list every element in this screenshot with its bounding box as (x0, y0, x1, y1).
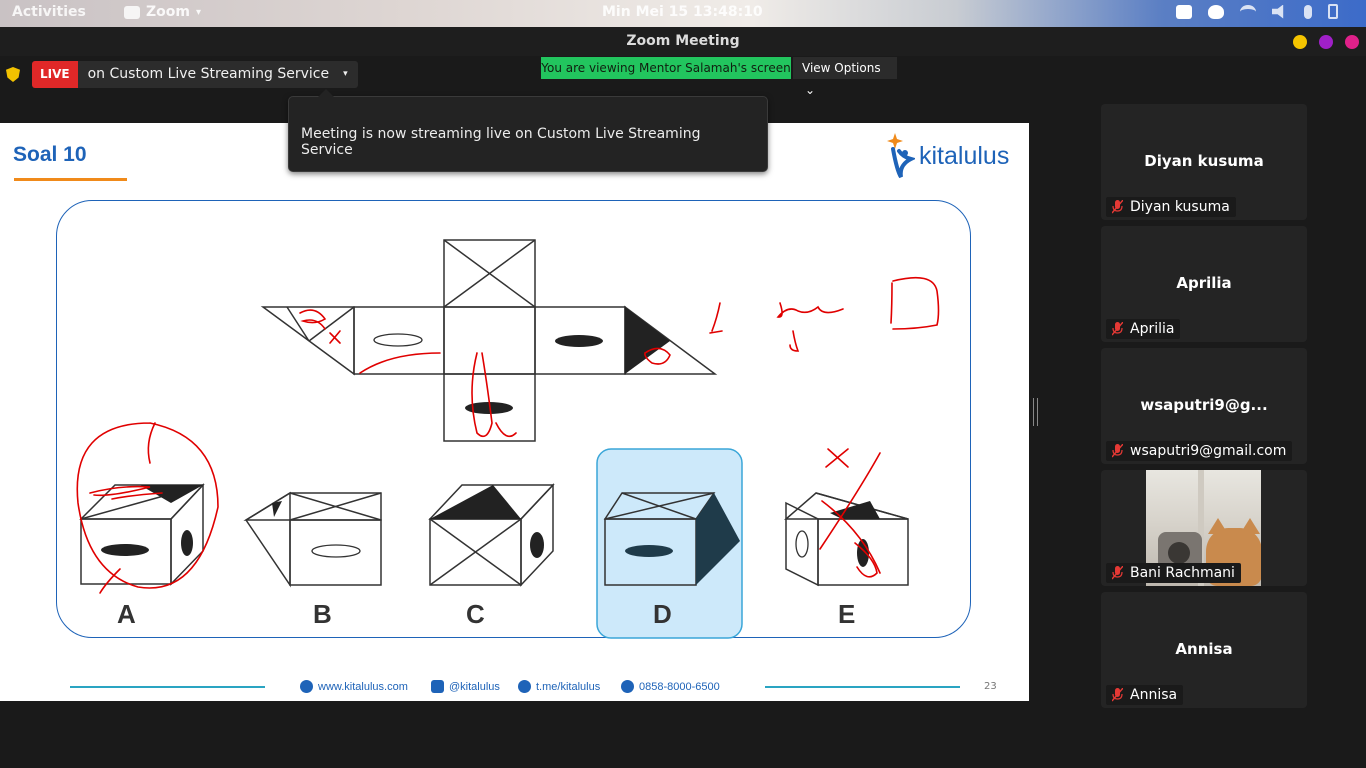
option-label-d: D (653, 599, 672, 629)
participant-tile[interactable]: wsaputri9@g... wsaputri9@gmail.com (1101, 348, 1307, 464)
participant-label: Diyan kusuma (1106, 197, 1236, 217)
option-label-e: E (838, 599, 856, 629)
shared-screen: Soal 10 kitalulus A B C D E www.kitalulu… (0, 123, 1029, 701)
option-b-cube[interactable] (243, 491, 382, 588)
discord-icon[interactable] (1208, 4, 1224, 19)
telegram-icon (518, 680, 531, 693)
system-tray[interactable] (1176, 4, 1338, 19)
participant-name: wsaputri9@g... (1140, 396, 1268, 414)
zoom-tray-icon[interactable] (1176, 4, 1192, 19)
instagram-icon (431, 680, 444, 693)
participant-label: Bani Rachmani (1106, 563, 1241, 583)
window-title-bar: Zoom Meeting (0, 27, 1366, 56)
mic-muted-icon (1112, 444, 1123, 458)
close-button[interactable] (1345, 35, 1359, 49)
participant-label: wsaputri9@gmail.com (1106, 441, 1293, 461)
mic-muted-icon (1112, 688, 1123, 702)
minimize-button[interactable] (1293, 35, 1307, 49)
participant-name: Diyan kusuma (1144, 152, 1264, 170)
live-badge: LIVE (32, 61, 78, 88)
caret-down-icon: ▾ (343, 69, 348, 79)
window-title: Zoom Meeting (626, 33, 740, 49)
battery-icon[interactable] (1328, 4, 1338, 19)
participant-name: Annisa (1175, 640, 1233, 658)
option-label-c: C (466, 599, 485, 629)
security-shield-icon[interactable] (6, 67, 20, 82)
footer-whatsapp: 0858-8000-6500 (621, 680, 720, 693)
wifi-icon[interactable] (1240, 4, 1256, 19)
app-name: Zoom (146, 4, 190, 20)
system-top-bar: Activities Zoom ▾ Min Mei 15 13:48:10 (0, 0, 1366, 27)
view-options-button[interactable]: View Options ⌄ (793, 57, 897, 97)
footer-telegram: t.me/kitalulus (518, 680, 600, 693)
activities-button[interactable]: Activities (12, 4, 86, 20)
cube-diagram (76, 239, 940, 639)
volume-icon[interactable] (1272, 4, 1284, 19)
option-label-b: B (313, 599, 332, 629)
maximize-button[interactable] (1319, 35, 1333, 49)
participant-label: Aprilia (1106, 319, 1181, 339)
footer-website: www.kitalulus.com (300, 680, 408, 693)
live-service-label: on Custom Live Streaming Service (87, 66, 330, 82)
mic-muted-icon (1112, 200, 1123, 214)
participant-tile[interactable]: Bani Rachmani (1101, 470, 1307, 586)
option-label-a: A (117, 599, 136, 629)
participant-tile[interactable]: Diyan kusuma Diyan kusuma (1101, 104, 1307, 220)
participant-label: Annisa (1106, 685, 1184, 705)
page-number: 23 (984, 681, 997, 692)
participant-tile[interactable]: Annisa Annisa (1101, 592, 1307, 708)
clock[interactable]: Min Mei 15 13:48:10 (602, 4, 763, 20)
chevron-down-icon: ⌄ (805, 83, 816, 97)
streaming-tooltip: Meeting is now streaming live on Custom … (288, 89, 768, 172)
live-stream-bar: LIVE on Custom Live Streaming Service ▾ (6, 61, 358, 88)
live-stream-dropdown[interactable]: on Custom Live Streaming Service ▾ (77, 61, 358, 88)
participant-tile[interactable]: Aprilia Aprilia (1101, 226, 1307, 342)
view-options-label: View Options (802, 61, 881, 75)
zoom-app-icon (124, 5, 140, 19)
app-menu[interactable]: Zoom ▾ (124, 4, 201, 20)
footer-divider (70, 686, 265, 688)
mic-muted-icon (1112, 322, 1123, 336)
participant-name: Aprilia (1176, 274, 1232, 292)
pen-annotations (76, 276, 940, 594)
microphone-icon[interactable] (1304, 4, 1312, 19)
whatsapp-icon (621, 680, 634, 693)
mic-muted-icon (1112, 566, 1123, 580)
footer-divider (765, 686, 960, 688)
chevron-down-icon: ▾ (195, 6, 202, 18)
panel-resize-handle[interactable] (1033, 398, 1038, 426)
viewing-screen-banner: You are viewing Mentor Salamah's screen (541, 57, 791, 79)
globe-icon (300, 680, 313, 693)
footer-instagram: @kitalulus (431, 680, 500, 693)
